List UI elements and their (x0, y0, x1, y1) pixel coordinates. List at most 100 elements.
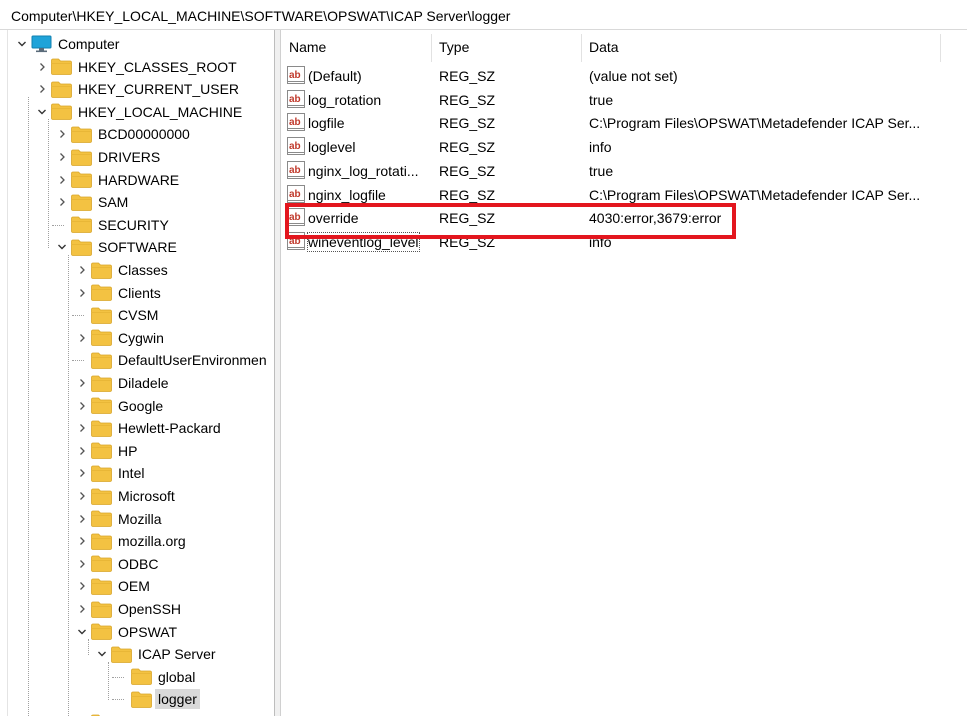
string-value-icon: ab (287, 137, 305, 156)
chevron-right-icon[interactable] (74, 259, 90, 281)
tree-node[interactable]: ODBC (74, 553, 161, 575)
folder-icon (50, 56, 72, 78)
chevron-right-icon[interactable] (74, 711, 90, 716)
chevron-down-icon[interactable] (74, 621, 90, 643)
tree-node-label: HP (118, 442, 138, 459)
tree-node[interactable]: DefaultUserEnvironmen (74, 349, 270, 371)
tree-node-label: global (158, 668, 196, 685)
tree-node-label: Diladele (118, 375, 169, 391)
tree-node[interactable]: Google (74, 395, 166, 417)
folder-icon (90, 711, 112, 716)
tree-node[interactable]: logger (114, 688, 200, 710)
registry-value-row[interactable]: ab (Default) REG_SZ (value not set) (281, 64, 967, 87)
tree-node[interactable]: OpenSSH (74, 598, 184, 620)
column-divider[interactable] (581, 34, 582, 62)
svg-text:ab: ab (289, 141, 301, 152)
tree-node[interactable]: mozilla.org (74, 530, 189, 552)
chevron-right-icon[interactable] (34, 78, 50, 100)
tree-node[interactable]: Mozilla (74, 508, 165, 530)
tree-node[interactable]: CVSM (74, 304, 161, 326)
tree-node[interactable]: Cygwin (74, 327, 167, 349)
registry-tree[interactable]: Computer HKEY_CLASSES_ROOT HKEY_CURRENT_US… (0, 30, 275, 716)
string-value-icon: ab (287, 66, 305, 84)
chevron-right-icon[interactable] (74, 327, 90, 349)
chevron-right-icon[interactable] (74, 282, 90, 304)
chevron-right-icon[interactable] (74, 395, 90, 417)
value-name: nginx_log_rotati... (308, 162, 419, 179)
chevron-right-icon[interactable] (74, 485, 90, 507)
folder-icon (90, 395, 112, 417)
tree-node[interactable]: ICAP Server (94, 643, 219, 665)
tree-node[interactable] (74, 711, 121, 716)
chevron-right-icon[interactable] (74, 417, 90, 439)
registry-value-row[interactable]: ab logfile REG_SZ C:\Program Files\OPSWAT\M… (281, 111, 967, 134)
tree-node[interactable]: Hewlett-Packard (74, 417, 224, 439)
value-data: info (589, 233, 612, 250)
tree-node-label: OpenSSH (118, 601, 182, 617)
tree-node[interactable]: Microsoft (74, 485, 178, 507)
address-bar[interactable]: Computer\HKEY_LOCAL_MACHINE\SOFTWARE\OPS… (0, 0, 967, 30)
folder-icon (70, 191, 92, 213)
chevron-down-icon[interactable] (14, 33, 30, 55)
chevron-right-icon[interactable] (74, 372, 90, 394)
tree-node[interactable]: HP (74, 440, 140, 462)
column-header-row: Name Type Data (281, 30, 967, 64)
svg-text:ab: ab (289, 212, 301, 223)
tree-node[interactable]: Computer (14, 33, 122, 55)
chevron-right-icon[interactable] (74, 508, 90, 530)
column-header-type[interactable]: Type (439, 39, 469, 55)
chevron-right-icon[interactable] (74, 440, 90, 462)
chevron-down-icon[interactable] (54, 236, 70, 258)
registry-value-row[interactable]: ab loglevel REG_SZ info (281, 135, 967, 158)
registry-value-row[interactable]: ab wineventlog_level REG_SZ info (281, 230, 967, 253)
tree-node[interactable]: OPSWAT (74, 621, 180, 643)
chevron-right-icon[interactable] (54, 191, 70, 213)
chevron-right-icon[interactable] (54, 123, 70, 145)
column-header-data[interactable]: Data (589, 39, 619, 55)
chevron-down-icon[interactable] (94, 643, 110, 665)
registry-value-row[interactable]: ab log_rotation REG_SZ true (281, 88, 967, 111)
tree-node[interactable]: BCD00000000 (54, 123, 193, 145)
string-value-icon: ab (287, 208, 305, 227)
computer-icon (30, 33, 52, 55)
tree-node-label: logger (155, 689, 200, 710)
column-divider[interactable] (431, 34, 432, 62)
tree-node[interactable]: Diladele (74, 372, 172, 394)
tree-node[interactable]: SECURITY (54, 214, 172, 236)
chevron-right-icon[interactable] (74, 598, 90, 620)
folder-icon (90, 282, 112, 304)
tree-node[interactable]: HKEY_CURRENT_USER (34, 78, 242, 100)
tree-node[interactable]: Intel (74, 462, 147, 484)
tree-node-label: mozilla.org (118, 533, 186, 550)
chevron-right-icon[interactable] (54, 146, 70, 168)
column-divider[interactable] (940, 34, 941, 62)
chevron-right-icon[interactable] (74, 530, 90, 552)
tree-node-label: Google (118, 397, 164, 414)
tree-node[interactable]: global (114, 666, 198, 688)
chevron-right-icon[interactable] (74, 575, 90, 597)
folder-icon (130, 688, 152, 710)
value-data: true (589, 162, 614, 179)
chevron-down-icon[interactable] (34, 101, 50, 123)
chevron-right-icon[interactable] (74, 553, 90, 575)
tree-node[interactable]: SAM (54, 191, 131, 213)
chevron-right-icon[interactable] (54, 169, 70, 191)
value-data: true (589, 91, 614, 108)
column-header-name[interactable]: Name (289, 39, 326, 55)
tree-node[interactable]: HARDWARE (54, 169, 182, 191)
registry-value-row[interactable]: ab nginx_log_rotati... REG_SZ true (281, 159, 967, 182)
tree-node[interactable]: Classes (74, 259, 171, 281)
tree-node[interactable]: Clients (74, 282, 164, 304)
tree-node[interactable]: SOFTWARE (54, 236, 180, 258)
folder-icon (90, 349, 112, 371)
tree-node[interactable]: HKEY_CLASSES_ROOT (34, 56, 240, 78)
value-data: (value not set) (589, 68, 678, 84)
chevron-right-icon[interactable] (34, 56, 50, 78)
values-list[interactable]: Name Type Data ab (Default) REG_SZ (value n… (281, 30, 967, 716)
chevron-right-icon[interactable] (74, 462, 90, 484)
tree-node[interactable]: OEM (74, 575, 153, 597)
registry-value-row[interactable]: ab override REG_SZ 4030:error,3679:error (281, 206, 967, 229)
tree-node[interactable]: HKEY_LOCAL_MACHINE (34, 101, 245, 123)
registry-value-row[interactable]: ab nginx_logfile REG_SZ C:\Program Files\OP… (281, 183, 967, 206)
tree-node[interactable]: DRIVERS (54, 146, 163, 168)
